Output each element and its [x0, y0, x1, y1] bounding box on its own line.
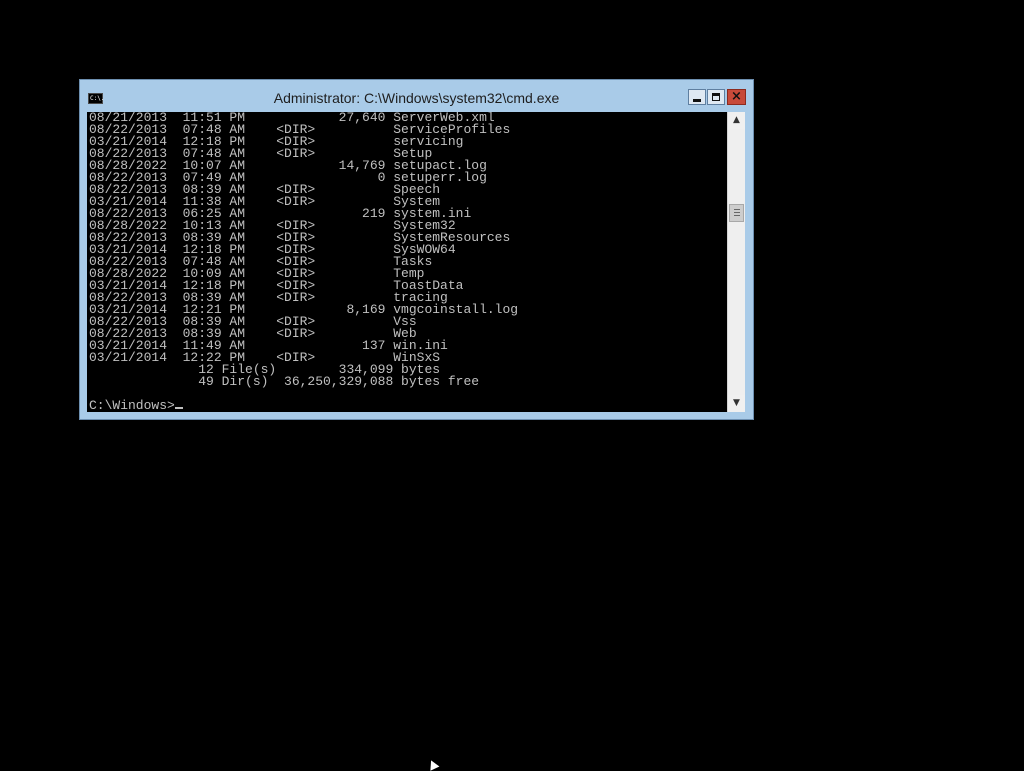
command-prompt-line[interactable]: C:\Windows>	[89, 398, 727, 412]
maximize-icon	[712, 93, 720, 101]
cmd-window[interactable]: C:\. Administrator: C:\Windows\system32\…	[79, 79, 754, 420]
chevron-up-icon: ▲	[733, 115, 740, 125]
mouse-pointer-icon	[426, 758, 440, 771]
scroll-up-button[interactable]: ▲	[728, 112, 745, 129]
console-text: 08/21/2013 11:51 PM 27,640 ServerWeb.xml…	[87, 112, 727, 412]
maximize-button[interactable]	[707, 89, 725, 105]
vertical-scrollbar[interactable]: ▲ ▼	[727, 112, 745, 412]
console-summary-dirs: 49 Dir(s) 36,250,329,088 bytes free	[89, 374, 480, 389]
close-icon: ×	[731, 89, 742, 104]
console-output[interactable]: 08/21/2013 11:51 PM 27,640 ServerWeb.xml…	[87, 112, 727, 412]
grip-icon	[734, 209, 740, 210]
text-cursor	[174, 407, 183, 409]
chevron-down-icon: ▼	[733, 398, 740, 408]
window-title: Administrator: C:\Windows\system32\cmd.e…	[273, 90, 560, 106]
minimize-icon	[693, 99, 701, 102]
scroll-down-button[interactable]: ▼	[728, 395, 745, 412]
minimize-button[interactable]	[688, 89, 706, 105]
scrollbar-thumb[interactable]	[729, 204, 744, 222]
title-bar[interactable]: C:\. Administrator: C:\Windows\system32\…	[80, 80, 753, 112]
close-button[interactable]: ×	[727, 89, 746, 105]
command-prompt: C:\Windows>	[89, 398, 175, 412]
